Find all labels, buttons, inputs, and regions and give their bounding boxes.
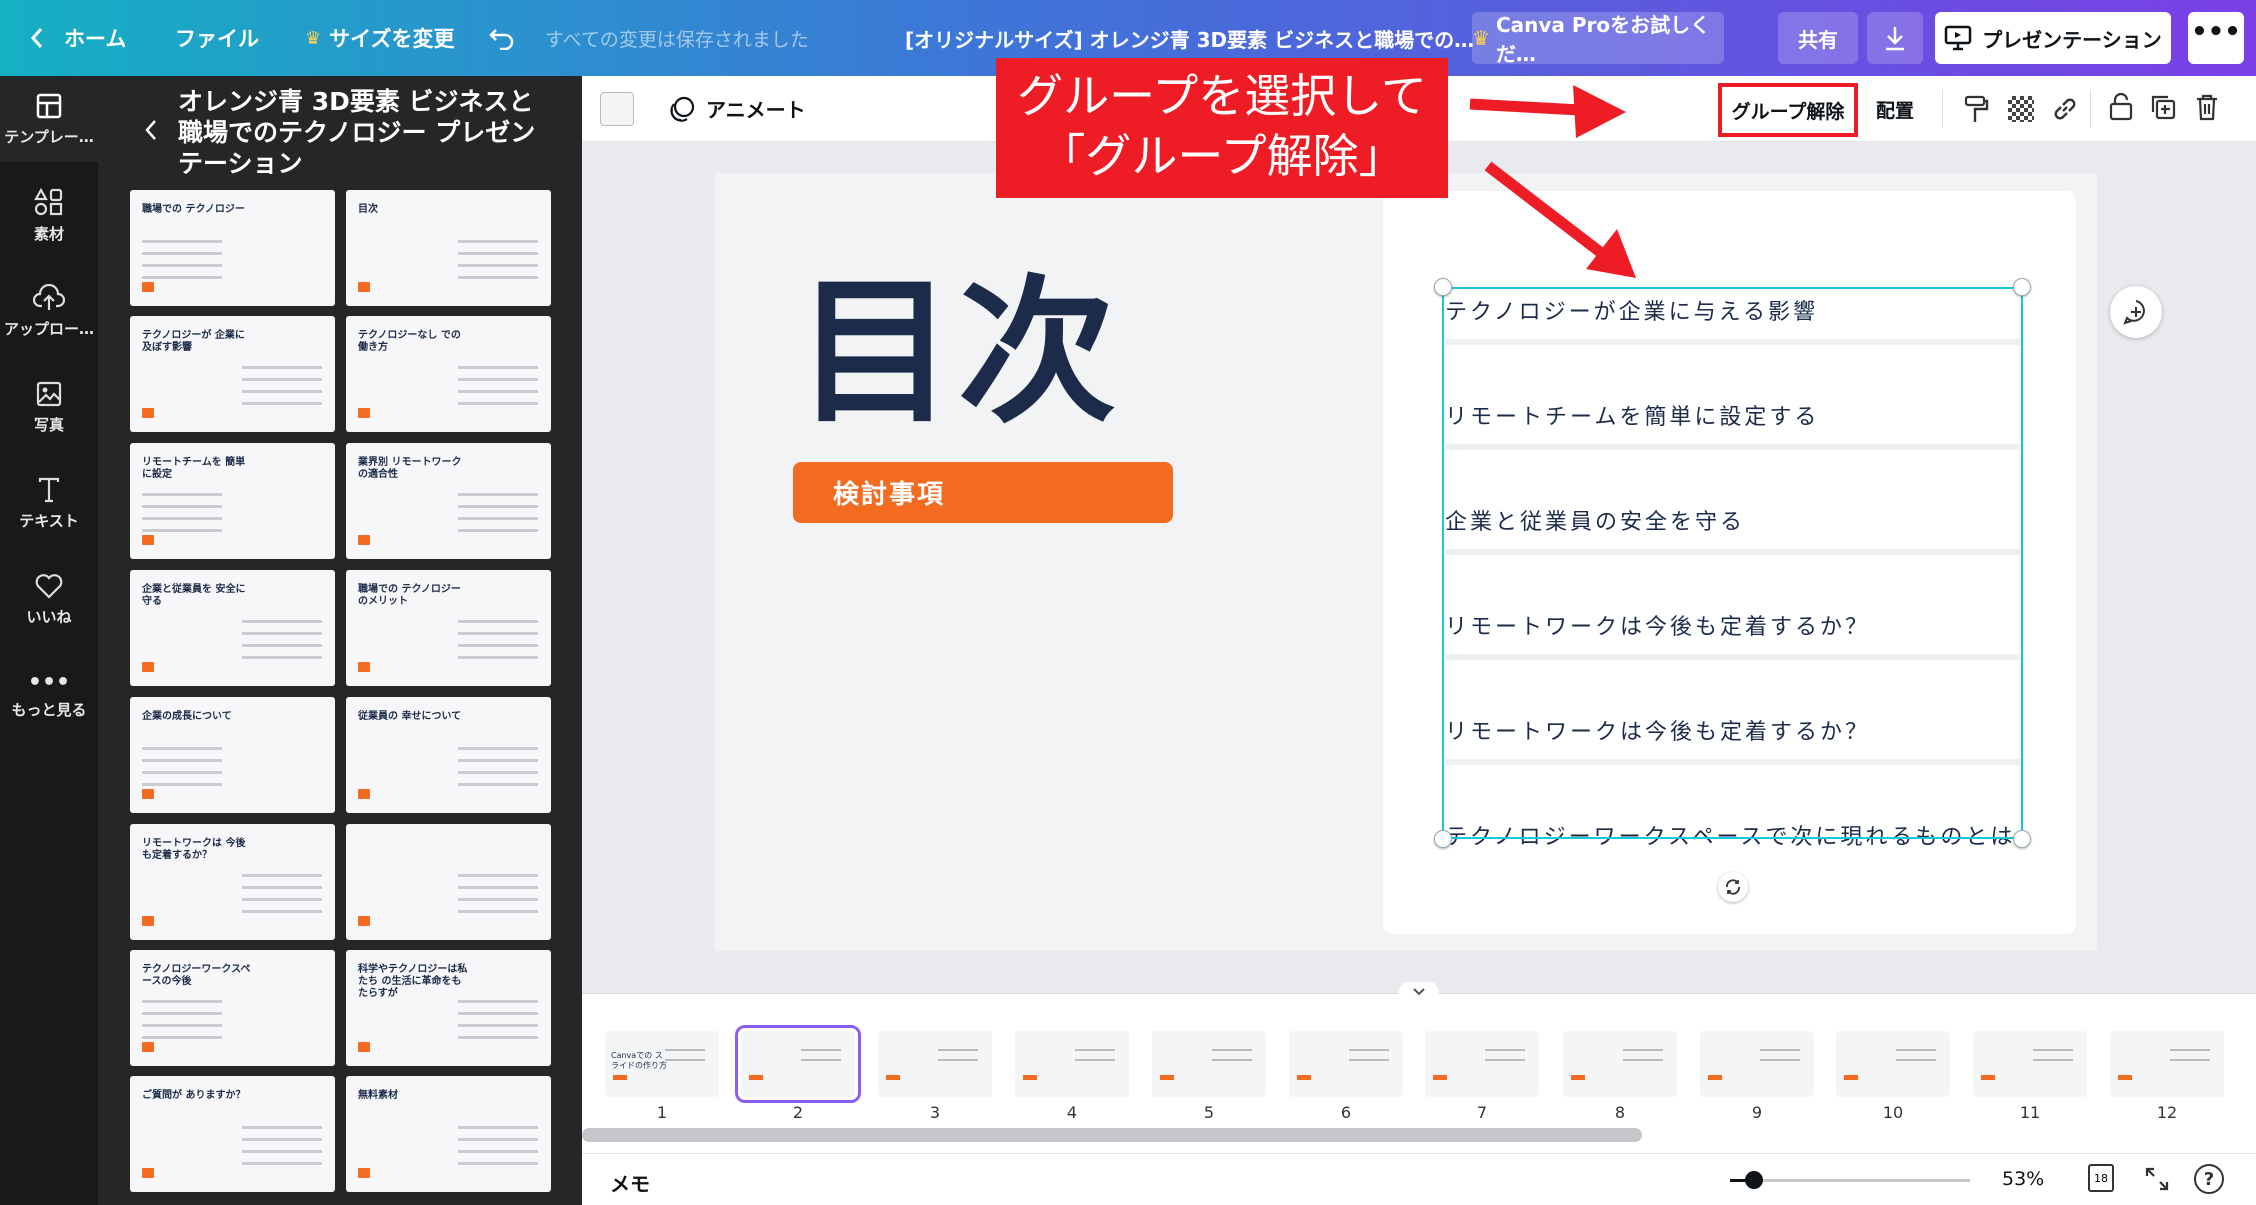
filmstrip-text-line: [1760, 1059, 1800, 1061]
filmstrip-page-thumbnail[interactable]: [878, 1031, 992, 1097]
filmstrip-page-number: 9: [1751, 1103, 1763, 1122]
filmstrip-page-thumbnail[interactable]: [1836, 1031, 1950, 1097]
filmstrip-text-line: [1896, 1049, 1936, 1051]
filmstrip-text-line: [1760, 1049, 1800, 1051]
filmstrip-page-number: 8: [1614, 1103, 1626, 1122]
filmstrip-accent: [1844, 1075, 1858, 1080]
fullscreen-icon: [2145, 1167, 2169, 1191]
filmstrip-toggle[interactable]: [1399, 982, 1439, 1000]
fullscreen-button[interactable]: [2144, 1166, 2170, 1196]
filmstrip-page-number: 2: [792, 1103, 804, 1122]
filmstrip-accent: [1571, 1075, 1585, 1080]
filmstrip-page-number: 5: [1203, 1103, 1215, 1122]
filmstrip-page-thumbnail[interactable]: Canvaでの スライドの作り方: [605, 1031, 719, 1097]
filmstrip-page-number: 6: [1340, 1103, 1352, 1122]
filmstrip-accent: [749, 1075, 763, 1080]
filmstrip-text-line: [938, 1059, 978, 1061]
filmstrip-text-line: [1485, 1059, 1525, 1061]
arrow-to-ungroup-icon: [1469, 85, 1626, 138]
filmstrip-accent: [1981, 1075, 1995, 1080]
notes-label: メモ: [610, 1172, 650, 1196]
filmstrip-accent: [1297, 1075, 1311, 1080]
filmstrip-text-line: [1349, 1049, 1389, 1051]
page-count-text: 18: [2094, 1171, 2108, 1185]
filmstrip-page-number: 12: [2156, 1103, 2178, 1122]
filmstrip-text-line: [1896, 1059, 1936, 1061]
filmstrip-text-line: [801, 1059, 841, 1061]
arrow-to-group-icon: [1484, 161, 1636, 278]
filmstrip-page-number: 10: [1882, 1103, 1904, 1122]
filmstrip-text-line: [2170, 1059, 2210, 1061]
filmstrip-text-line: [1075, 1059, 1115, 1061]
filmstrip-text-line: [1485, 1049, 1525, 1051]
filmstrip-text-line: [1212, 1049, 1252, 1051]
filmstrip-page-thumbnail[interactable]: [1973, 1031, 2087, 1097]
filmstrip-page-thumbnail[interactable]: [2110, 1031, 2224, 1097]
filmstrip-page-number: 7: [1476, 1103, 1488, 1122]
filmstrip-page-number: 1: [656, 1103, 668, 1122]
filmstrip-scrollbar[interactable]: [582, 1128, 1642, 1142]
filmstrip-accent: [613, 1075, 627, 1080]
filmstrip-page-thumbnail[interactable]: [1152, 1031, 1266, 1097]
filmstrip-text-line: [1623, 1059, 1663, 1061]
filmstrip-accent: [1708, 1075, 1722, 1080]
zoom-level[interactable]: 53%: [2002, 1168, 2044, 1190]
filmstrip-accent: [886, 1075, 900, 1080]
help-icon[interactable]: ?: [2194, 1164, 2224, 1194]
chevron-down-icon: [1413, 988, 1425, 996]
filmstrip-text-line: [2033, 1049, 2073, 1051]
zoom-level-text: 53%: [2002, 1168, 2045, 1190]
filmstrip-accent: [1023, 1075, 1037, 1080]
filmstrip-page-thumbnail[interactable]: [1563, 1031, 1677, 1097]
filmstrip-page-number: 3: [929, 1103, 941, 1122]
filmstrip-page-caption: Canvaでの スライドの作り方: [611, 1051, 667, 1070]
filmstrip-page-thumbnail[interactable]: [1425, 1031, 1539, 1097]
filmstrip-text-line: [1623, 1049, 1663, 1051]
bottom-bar: メモ 53% 18 ?: [582, 1153, 2256, 1205]
filmstrip-text-line: [1349, 1059, 1389, 1061]
filmstrip-text-line: [938, 1049, 978, 1051]
zoom-slider-knob[interactable]: [1745, 1171, 1763, 1189]
filmstrip-page-thumbnail[interactable]: [735, 1025, 861, 1103]
filmstrip-page-thumbnail[interactable]: [1700, 1031, 1814, 1097]
page-count-button[interactable]: 18: [2088, 1164, 2114, 1192]
filmstrip-text-line: [1075, 1049, 1115, 1051]
filmstrip-text-line: [2033, 1059, 2073, 1061]
filmstrip-accent: [1160, 1075, 1174, 1080]
filmstrip-text-line: [1212, 1059, 1252, 1061]
filmstrip-page-number: 4: [1066, 1103, 1078, 1122]
filmstrip-text-line: [801, 1049, 841, 1051]
notes-button[interactable]: メモ: [610, 1168, 650, 1197]
zoom-slider[interactable]: [1730, 1171, 1970, 1189]
filmstrip-text-line: [665, 1059, 705, 1061]
filmstrip-page-thumbnail[interactable]: [1015, 1031, 1129, 1097]
filmstrip-page-number: 11: [2019, 1103, 2041, 1122]
filmstrip-page-thumbnail[interactable]: [1289, 1031, 1403, 1097]
filmstrip-accent: [1433, 1075, 1447, 1080]
filmstrip-text-line: [2170, 1049, 2210, 1051]
filmstrip-text-line: [665, 1049, 705, 1051]
filmstrip-accent: [2118, 1075, 2132, 1080]
